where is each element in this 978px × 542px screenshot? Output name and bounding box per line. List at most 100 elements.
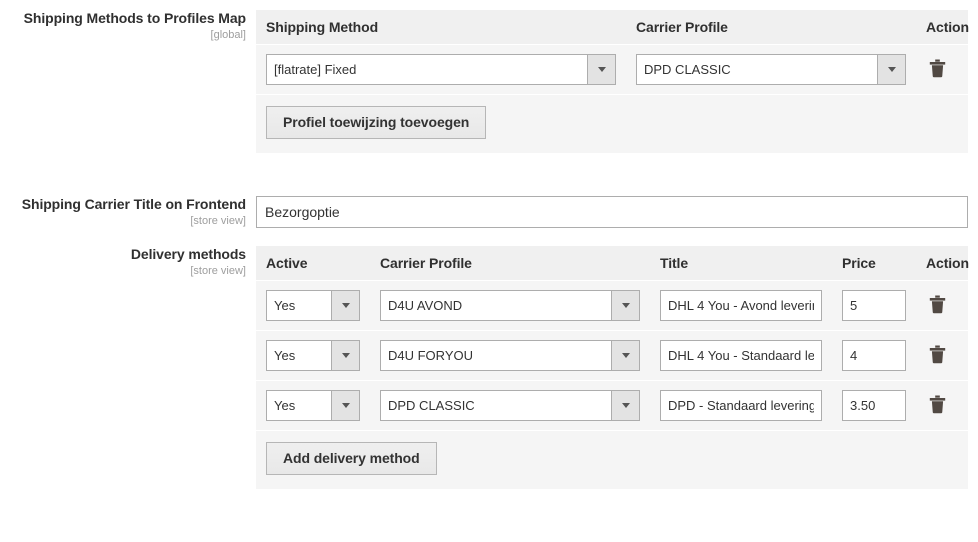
- table-header-row: Shipping Method Carrier Profile Action: [256, 10, 969, 45]
- col-header-action: Action: [916, 10, 969, 45]
- label-scope: [global]: [210, 29, 246, 41]
- label-scope: [store view]: [190, 215, 246, 227]
- active-select[interactable]: Yes: [266, 390, 360, 421]
- delete-row-button[interactable]: [926, 344, 948, 368]
- chevron-down-icon[interactable]: [611, 341, 639, 370]
- label-text: Delivery methods: [130, 246, 246, 262]
- label-text: Shipping Methods to Profiles Map: [23, 10, 246, 26]
- title-input[interactable]: [660, 390, 822, 421]
- table-header-row: Active Carrier Profile Title Price Actio…: [256, 246, 969, 281]
- delete-row-button[interactable]: [926, 58, 948, 82]
- active-select[interactable]: Yes: [266, 290, 360, 321]
- delivery-methods-table-foot: Add delivery method: [256, 430, 968, 489]
- field-value-shipping-map: Shipping Method Carrier Profile Action […: [256, 10, 978, 153]
- label-scope: [store view]: [190, 265, 246, 277]
- carrier-profile-select[interactable]: DPD CLASSIC: [380, 390, 640, 421]
- config-form-page: Shipping Methods to Profiles Map [global…: [0, 0, 978, 542]
- field-label-carrier-title: Shipping Carrier Title on Frontend [stor…: [0, 196, 256, 228]
- cell-carrier-profile: DPD CLASSIC: [626, 44, 916, 95]
- shipping-method-select[interactable]: [flatrate] Fixed: [266, 54, 616, 85]
- delivery-methods-table-head: Active Carrier Profile Title Price Actio…: [256, 246, 969, 281]
- cell-active: Yes: [256, 280, 370, 331]
- carrier-title-input[interactable]: [256, 196, 968, 228]
- carrier-profile-select-value: D4U AVOND: [388, 298, 463, 313]
- cell-carrier-profile: D4U FORYOU: [370, 330, 650, 381]
- chevron-down-icon[interactable]: [611, 291, 639, 320]
- cell-active: Yes: [256, 380, 370, 431]
- chevron-down-icon[interactable]: [611, 391, 639, 420]
- cell-carrier-profile: DPD CLASSIC: [370, 380, 650, 431]
- chevron-down-icon[interactable]: [877, 55, 905, 84]
- title-input[interactable]: [660, 290, 822, 321]
- delete-row-button[interactable]: [926, 394, 948, 418]
- table-row: [flatrate] Fixed DPD CLASSIC: [256, 44, 968, 95]
- add-delivery-method-button[interactable]: Add delivery method: [266, 442, 437, 475]
- shipping-map-table: Shipping Method Carrier Profile Action […: [256, 10, 969, 153]
- col-header-active: Active: [256, 246, 370, 281]
- cell-price: [832, 330, 916, 381]
- cell-active: Yes: [256, 330, 370, 381]
- carrier-profile-select-value: DPD CLASSIC: [644, 62, 731, 77]
- chevron-down-icon[interactable]: [587, 55, 615, 84]
- col-header-price: Price: [832, 246, 916, 281]
- shipping-map-table-head: Shipping Method Carrier Profile Action: [256, 10, 969, 45]
- title-input[interactable]: [660, 340, 822, 371]
- cell-add-button: Add delivery method: [256, 430, 968, 489]
- field-value-delivery-methods: Active Carrier Profile Title Price Actio…: [256, 246, 978, 489]
- trash-icon: [929, 295, 946, 317]
- chevron-down-icon[interactable]: [331, 291, 359, 320]
- carrier-profile-select-value: D4U FORYOU: [388, 348, 473, 363]
- carrier-profile-select-value: DPD CLASSIC: [388, 398, 475, 413]
- table-footer-row: Profiel toewijzing toevoegen: [256, 94, 968, 153]
- table-row: Yes DPD CLASSIC: [256, 380, 968, 431]
- add-profile-assignment-button[interactable]: Profiel toewijzing toevoegen: [266, 106, 487, 139]
- cell-action: [916, 44, 968, 95]
- trash-icon: [929, 59, 946, 81]
- chevron-down-icon[interactable]: [331, 341, 359, 370]
- cell-price: [832, 280, 916, 331]
- table-row: Yes D4U AVOND: [256, 280, 968, 331]
- active-select-value: Yes: [274, 348, 296, 363]
- active-select-value: Yes: [274, 298, 296, 313]
- trash-icon: [929, 345, 946, 367]
- field-delivery-methods: Delivery methods [store view] Active Car…: [0, 246, 978, 489]
- col-header-carrier-profile: Carrier Profile: [626, 10, 916, 45]
- field-value-carrier-title: [256, 196, 978, 228]
- chevron-down-icon[interactable]: [331, 391, 359, 420]
- cell-action: [916, 330, 968, 381]
- carrier-profile-select[interactable]: D4U AVOND: [380, 290, 640, 321]
- cell-action: [916, 280, 968, 331]
- cell-title: [650, 330, 832, 381]
- shipping-map-table-body: [flatrate] Fixed DPD CLASSIC: [256, 44, 968, 95]
- delete-row-button[interactable]: [926, 294, 948, 318]
- field-label-shipping-map: Shipping Methods to Profiles Map [global…: [0, 10, 256, 42]
- cell-shipping-method: [flatrate] Fixed: [256, 44, 626, 95]
- col-header-carrier-profile: Carrier Profile: [370, 246, 650, 281]
- delivery-methods-table-body: Yes D4U AVOND DHL 4 You - Avond levering…: [256, 280, 968, 431]
- delivery-methods-table: Active Carrier Profile Title Price Actio…: [256, 246, 969, 489]
- table-footer-row: Add delivery method: [256, 430, 968, 489]
- field-shipping-carrier-title: Shipping Carrier Title on Frontend [stor…: [0, 196, 978, 228]
- active-select[interactable]: Yes: [266, 340, 360, 371]
- field-label-delivery-methods: Delivery methods [store view]: [0, 246, 256, 278]
- table-row: Yes D4U FORYOU: [256, 330, 968, 381]
- shipping-map-table-foot: Profiel toewijzing toevoegen: [256, 94, 968, 153]
- trash-icon: [929, 395, 946, 417]
- price-input[interactable]: [842, 340, 906, 371]
- price-input[interactable]: [842, 390, 906, 421]
- active-select-value: Yes: [274, 398, 296, 413]
- cell-carrier-profile: D4U AVOND: [370, 280, 650, 331]
- col-header-title: Title: [650, 246, 832, 281]
- shipping-method-select-value: [flatrate] Fixed: [274, 62, 357, 77]
- price-input[interactable]: [842, 290, 906, 321]
- cell-action: [916, 380, 968, 431]
- label-text: Shipping Carrier Title on Frontend: [21, 196, 246, 212]
- cell-title: [650, 280, 832, 331]
- carrier-profile-select[interactable]: DPD CLASSIC: [636, 54, 906, 85]
- col-header-shipping-method: Shipping Method: [256, 10, 626, 45]
- cell-price: [832, 380, 916, 431]
- cell-title: [650, 380, 832, 431]
- carrier-profile-select[interactable]: D4U FORYOU: [380, 340, 640, 371]
- col-header-action: Action: [916, 246, 969, 281]
- field-shipping-methods-to-profiles-map: Shipping Methods to Profiles Map [global…: [0, 10, 978, 153]
